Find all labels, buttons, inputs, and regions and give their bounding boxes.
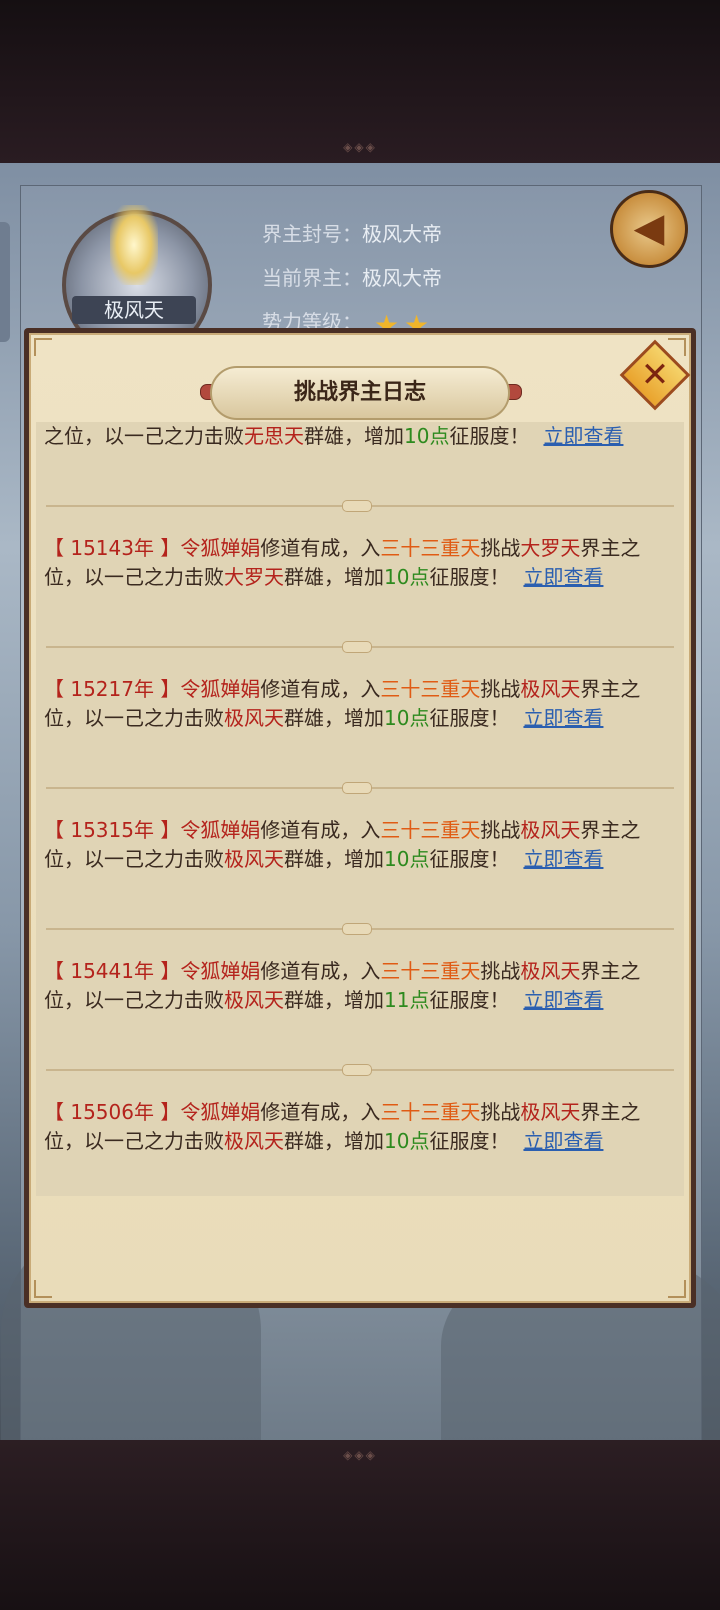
dialog-corner [34,1280,52,1298]
dialog-title: 挑战界主日志 [293,380,426,405]
view-link[interactable]: 立即查看 [523,706,603,730]
divider-ornament [342,641,372,653]
back-button[interactable]: ◀ [610,190,688,268]
divider-ornament [342,1064,372,1076]
list-item: 【 15506年 】令狐婵娟修道有成，入三十三重天挑战极风天界主之位，以一己之力… [44,1100,641,1153]
divider-ornament [342,782,372,794]
view-link[interactable]: 立即查看 [523,847,603,871]
list-item: 之位，以一己之力击败无思天群雄，增加10点征服度！ 立即查看 [44,424,624,448]
bottom-letterbox [0,1440,720,1610]
list-item: 【 15315年 】令狐婵娟修道有成，入三十三重天挑战极风天界主之位，以一己之力… [44,818,641,871]
title-value: 极风大帝 [362,222,442,246]
close-icon[interactable]: ✕ [630,350,680,400]
view-link[interactable]: 立即查看 [543,424,623,448]
log-list[interactable]: 之位，以一己之力击败无思天群雄，增加10点征服度！ 立即查看 【 15143年 】… [36,422,684,1196]
ornament-top: ◈◈◈ [343,140,377,154]
view-link[interactable]: 立即查看 [523,565,603,589]
dialog-corner [34,338,52,356]
current-value: 极风大帝 [362,266,442,290]
current-lord-info: 当前界主：极风大帝 [262,262,442,291]
ornament-bottom: ◈◈◈ [343,1448,377,1462]
current-label: 当前界主： [262,266,362,290]
dialog-corner [668,1280,686,1298]
list-item: 【 15143年 】令狐婵娟修道有成，入三十三重天挑战大罗天界主之位，以一己之力… [44,536,641,589]
avatar-glow [110,205,158,285]
avatar-name: 极风天 [72,296,196,324]
side-tab[interactable] [0,222,10,342]
title-label: 界主封号： [262,222,362,246]
view-link[interactable]: 立即查看 [523,988,603,1012]
title-info: 界主封号：极风大帝 [262,218,442,247]
divider-ornament [342,923,372,935]
view-link[interactable]: 立即查看 [523,1129,603,1153]
list-item: 【 15217年 】令狐婵娟修道有成，入三十三重天挑战极风天界主之位，以一己之力… [44,677,641,730]
divider-ornament [342,500,372,512]
list-item: 【 15441年 】令狐婵娟修道有成，入三十三重天挑战极风天界主之位，以一己之力… [44,959,641,1012]
